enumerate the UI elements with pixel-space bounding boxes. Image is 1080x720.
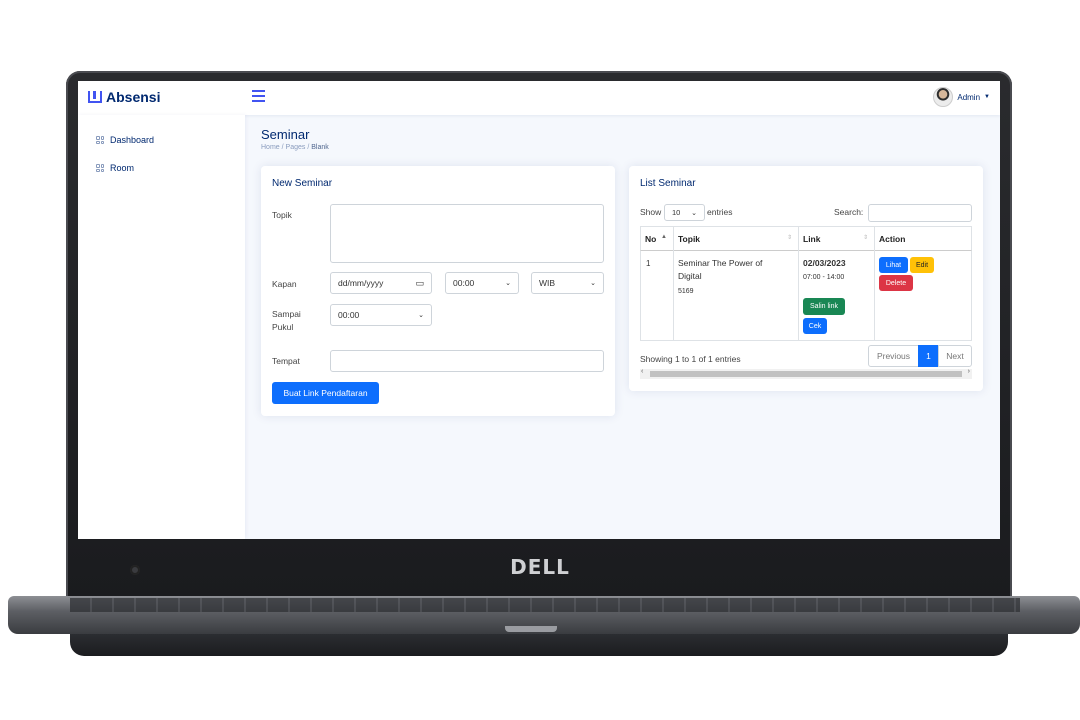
grid-icon bbox=[96, 136, 104, 144]
copy-link-button[interactable]: Salin link bbox=[803, 298, 845, 315]
list-seminar-card: List Seminar Show 10 ⌄ entries Search: N… bbox=[629, 166, 983, 391]
start-time-value: 00:00 bbox=[453, 278, 475, 288]
lid-notch bbox=[505, 626, 557, 632]
col-no[interactable]: No bbox=[645, 234, 656, 244]
laptop-bottom bbox=[70, 634, 1008, 656]
search-label: Search: bbox=[834, 207, 864, 217]
sampai-label: Sampai Pukul bbox=[272, 309, 301, 332]
chevron-down-icon: ⌄ bbox=[418, 312, 424, 319]
avatar bbox=[933, 87, 954, 107]
topik-textarea[interactable] bbox=[330, 204, 604, 263]
sidebar-item-label: Dashboard bbox=[110, 135, 155, 145]
breadcrumb: Home / Pages / Blank bbox=[261, 144, 329, 151]
col-action: Action bbox=[879, 234, 906, 244]
grid-icon bbox=[96, 164, 104, 172]
logo-icon bbox=[88, 91, 102, 103]
chevron-down-icon: ⌄ bbox=[590, 280, 596, 287]
tempat-input[interactable] bbox=[330, 350, 604, 372]
page-size-select[interactable]: 10 ⌄ bbox=[664, 204, 705, 221]
sort-icon[interactable]: ⇕ bbox=[787, 234, 792, 241]
show-label: Show bbox=[640, 207, 662, 217]
delete-button[interactable]: Delete bbox=[879, 275, 913, 291]
kapan-label: Kapan bbox=[272, 279, 297, 289]
scrollbar-thumb[interactable] bbox=[650, 371, 962, 377]
sidebar-item-label: Room bbox=[110, 163, 135, 173]
view-button[interactable]: Lihat bbox=[879, 257, 908, 273]
cell-topik: Seminar The Power of Digital bbox=[678, 258, 763, 281]
breadcrumb-home[interactable]: Home bbox=[261, 144, 280, 151]
page-size-value: 10 bbox=[672, 208, 681, 217]
col-topik[interactable]: Topik bbox=[678, 234, 700, 244]
search-input[interactable] bbox=[868, 204, 972, 222]
edit-button[interactable]: Edit bbox=[910, 257, 934, 273]
breadcrumb-current: Blank bbox=[311, 144, 329, 151]
caret-down-icon: ▼ bbox=[984, 94, 990, 100]
table-info: Showing 1 to 1 of 1 entries bbox=[640, 354, 741, 364]
sidebar: Dashboard Room bbox=[78, 115, 245, 539]
start-time-select[interactable]: 00:00 ⌄ bbox=[445, 272, 519, 294]
timezone-value: WIB bbox=[539, 278, 556, 288]
main-content: Seminar Home / Pages / Blank New Seminar… bbox=[245, 115, 1000, 539]
date-input[interactable]: dd/mm/yyyy ▭ bbox=[330, 272, 432, 294]
page-1-button[interactable]: 1 bbox=[918, 345, 939, 367]
topik-label: Topik bbox=[272, 210, 292, 220]
profile-menu[interactable]: Admin ▼ bbox=[933, 87, 990, 107]
new-seminar-card: New Seminar Topik Kapan dd/mm/yyyy ▭ 00:… bbox=[261, 166, 615, 416]
cell-date: 02/03/2023 bbox=[803, 258, 846, 268]
end-time-value: 00:00 bbox=[338, 310, 360, 320]
user-name: Admin bbox=[957, 92, 981, 102]
next-button[interactable]: Next bbox=[938, 345, 972, 367]
sidebar-item-dashboard[interactable]: Dashboard bbox=[78, 126, 245, 154]
timezone-select[interactable]: WIB ⌄ bbox=[531, 272, 604, 294]
app-name: Absensi bbox=[106, 89, 161, 105]
horizontal-scrollbar[interactable]: ‹ › bbox=[640, 368, 972, 379]
calendar-icon: ▭ bbox=[415, 277, 424, 288]
sort-icon[interactable]: ⇕ bbox=[863, 234, 868, 241]
chevron-down-icon: ⌄ bbox=[691, 209, 697, 217]
sidebar-item-room[interactable]: Room bbox=[78, 154, 245, 182]
keyboard-edge bbox=[70, 598, 1020, 612]
app-logo[interactable]: Absensi bbox=[88, 89, 160, 105]
header: Absensi Admin ▼ bbox=[78, 81, 1000, 115]
tempat-label: Tempat bbox=[272, 356, 300, 366]
date-placeholder: dd/mm/yyyy bbox=[338, 278, 384, 288]
col-link[interactable]: Link bbox=[803, 234, 820, 244]
breadcrumb-pages[interactable]: Pages bbox=[286, 144, 306, 151]
chevron-down-icon: ⌄ bbox=[505, 280, 511, 287]
end-time-select[interactable]: 00:00 ⌄ bbox=[330, 304, 432, 326]
card-title: List Seminar bbox=[640, 178, 696, 189]
menu-toggle-icon[interactable] bbox=[252, 90, 265, 102]
scroll-right-icon[interactable]: › bbox=[968, 368, 970, 375]
check-button[interactable]: Cek bbox=[803, 318, 827, 334]
screen: Absensi Admin ▼ Dashboard Room Seminar H… bbox=[78, 81, 1000, 539]
create-link-button[interactable]: Buat Link Pendaftaran bbox=[272, 382, 379, 404]
entries-label: entries bbox=[707, 207, 733, 217]
dell-logo: DELL bbox=[510, 555, 570, 579]
cell-no: 1 bbox=[646, 259, 651, 268]
sort-asc-icon[interactable]: ▲ bbox=[661, 234, 667, 240]
cell-code: 5169 bbox=[678, 288, 694, 295]
scroll-left-icon[interactable]: ‹ bbox=[641, 368, 643, 375]
page-title: Seminar bbox=[261, 127, 310, 142]
webcam-icon bbox=[130, 565, 140, 575]
cell-time: 07:00 - 14:00 bbox=[803, 274, 845, 281]
card-title: New Seminar bbox=[272, 178, 333, 189]
previous-button[interactable]: Previous bbox=[868, 345, 919, 367]
